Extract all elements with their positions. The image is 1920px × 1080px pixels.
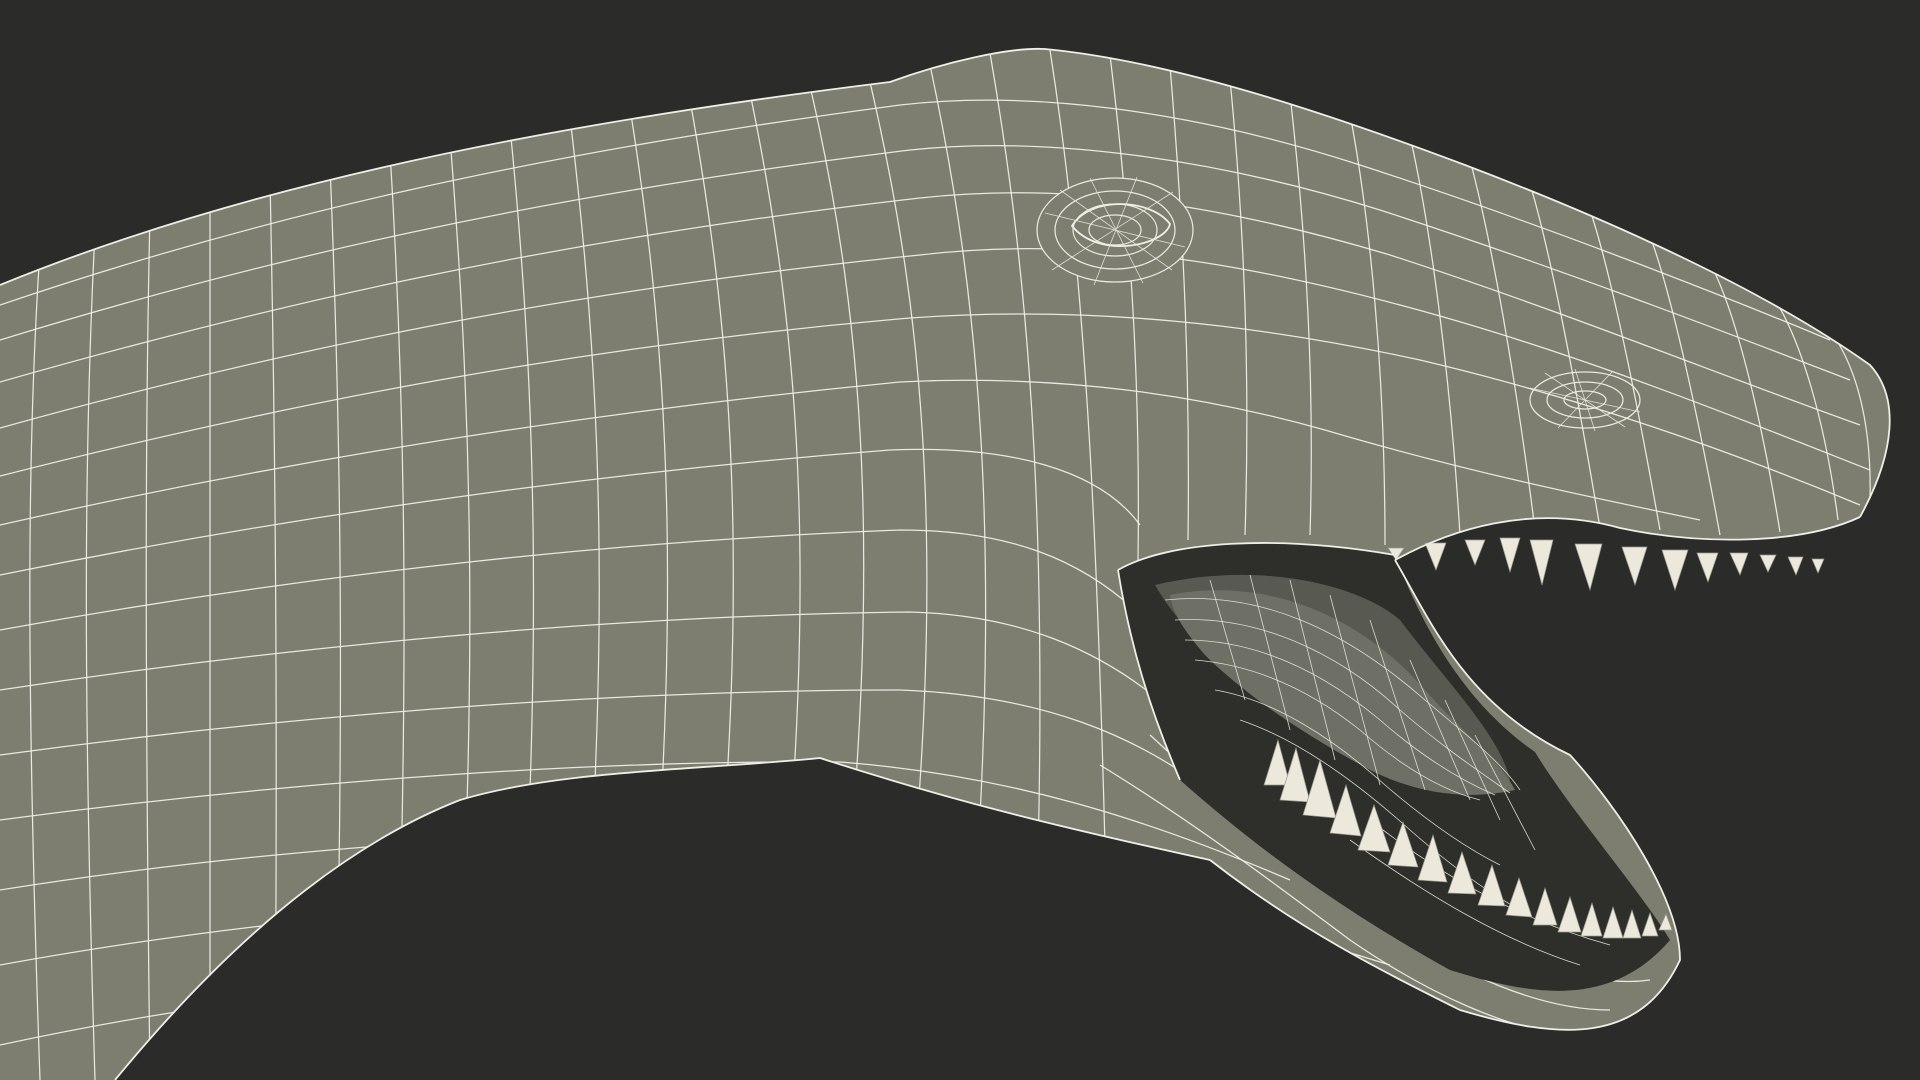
upper-teeth — [1387, 537, 1825, 592]
render-viewport — [0, 0, 1920, 1080]
dinosaur-head-mesh — [0, 47, 1891, 1080]
wireframe-render — [0, 47, 1891, 1080]
